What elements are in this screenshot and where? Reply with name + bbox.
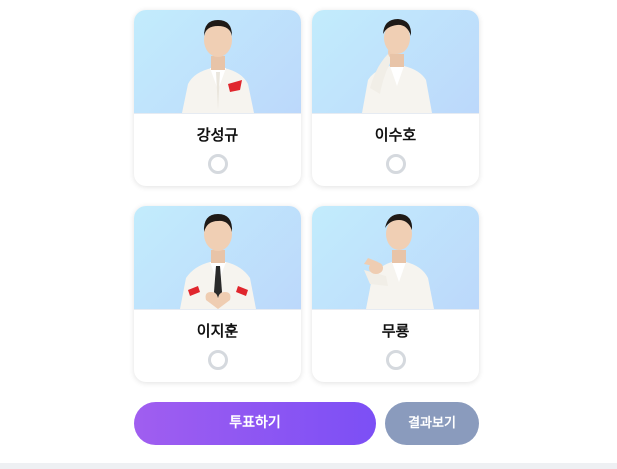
candidate-photo	[134, 206, 301, 310]
candidate-photo	[134, 10, 301, 114]
vote-radio[interactable]	[385, 350, 406, 370]
vote-radio[interactable]	[207, 350, 228, 370]
candidate-grid: 강성규 이수호 이지훈 무룡	[134, 10, 479, 382]
candidate-photo	[312, 10, 479, 114]
candidate-card-2[interactable]: 이수호	[312, 10, 479, 186]
candidate-name: 이수호	[374, 126, 417, 144]
candidate-name: 강성규	[196, 126, 239, 144]
candidate-photo	[312, 206, 479, 310]
page-footer-divider	[0, 463, 617, 469]
candidate-card-1[interactable]: 강성규	[134, 10, 301, 186]
vote-radio[interactable]	[385, 154, 406, 174]
candidate-card-4[interactable]: 무룡	[312, 206, 479, 382]
view-results-button[interactable]: 결과보기	[385, 402, 479, 445]
vote-radio[interactable]	[207, 154, 228, 174]
candidate-card-3[interactable]: 이지훈	[134, 206, 301, 382]
candidate-name: 무룡	[381, 322, 410, 340]
candidate-name: 이지훈	[196, 322, 239, 340]
vote-button[interactable]: 투표하기	[134, 402, 376, 445]
